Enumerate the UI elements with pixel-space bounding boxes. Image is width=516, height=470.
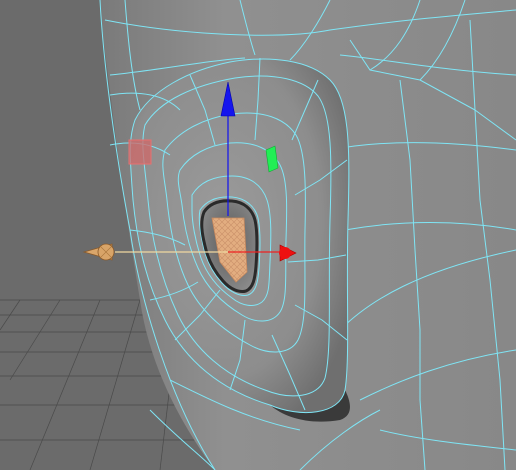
3d-viewport[interactable] <box>0 0 516 470</box>
yz-plane-handle[interactable] <box>128 139 152 165</box>
viewport-scene <box>0 0 516 470</box>
